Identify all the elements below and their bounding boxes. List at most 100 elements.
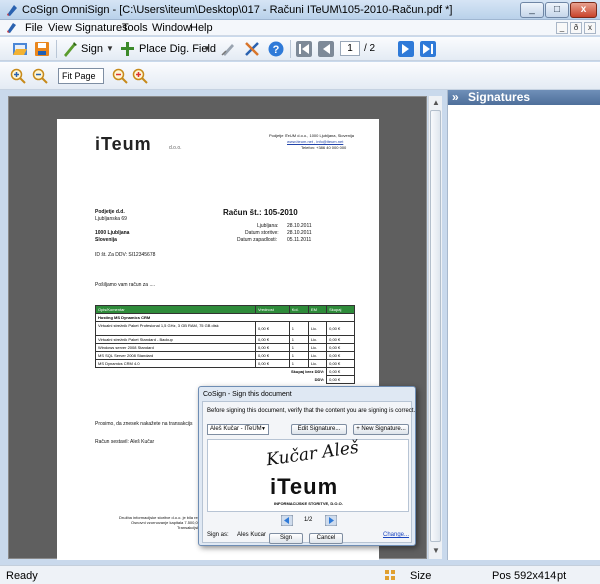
cell-value: 0,00 € (255, 343, 290, 352)
status-unit: pt (557, 570, 567, 582)
place-field-icon[interactable] (120, 41, 136, 57)
next-page-icon[interactable] (398, 41, 414, 57)
payment-note: Prosimo, da znesek nakažete na transakci… (95, 421, 193, 427)
column-header: Opis/Komentar (95, 305, 256, 314)
cell-unit: Lic. (307, 321, 328, 336)
sign-label[interactable]: Sign (81, 43, 103, 55)
menu-window[interactable]: Window (152, 22, 191, 34)
help-icon[interactable]: ? (268, 41, 284, 57)
edit-signature-button[interactable]: Edit Signature... (291, 424, 347, 435)
sign-pen-icon[interactable] (62, 41, 78, 57)
cell-value: 0,00 € (255, 351, 290, 360)
next-signature-icon[interactable] (325, 515, 337, 526)
zoom-plus-icon[interactable] (132, 68, 148, 84)
cell-total: 0,00 € (326, 343, 355, 352)
cell-unit: Lic. (307, 343, 328, 352)
cancel-button[interactable]: Cancel (309, 533, 343, 544)
status-text: Ready (6, 570, 38, 582)
scroll-down-icon[interactable]: ▼ (432, 546, 440, 555)
mdi-close-button[interactable]: x (584, 22, 596, 34)
menu-view[interactable]: View (48, 22, 72, 34)
status-bar: Ready Size Pos 592x414 pt (0, 565, 600, 584)
sign-dropdown-icon[interactable]: ▼ (106, 44, 114, 53)
menu-bar: File View Signatures Tools Window Help _… (0, 20, 600, 36)
menu-signatures[interactable]: Signatures (75, 22, 128, 34)
save-icon[interactable] (34, 41, 50, 57)
cell-unit: Lic. (307, 351, 328, 360)
first-page-icon[interactable] (296, 41, 312, 57)
signature-logo-subtitle: INFORMACIJSKE STORITVE, D.O.O. (274, 501, 343, 506)
company-logo-suffix: d.o.o. (169, 145, 182, 151)
table-header-row: Opis/Komentar Vrednost Kol. EM Skupaj (95, 305, 355, 314)
last-page-icon[interactable] (420, 41, 436, 57)
app-menu-icon[interactable] (6, 22, 18, 34)
vat-label: DDV: (314, 377, 325, 382)
menu-tools[interactable]: Tools (122, 22, 148, 34)
sign-dialog: CoSign - Sign this document Before signi… (198, 386, 416, 546)
cell-desc: MS Dynamics CRM 4.0 (95, 359, 256, 368)
cell-total: 0,00 € (326, 351, 355, 360)
table-row: MS Dynamics CRM 4.0 0,00 € 1 Lic. 0,00 € (95, 359, 355, 368)
change-link[interactable]: Change... (383, 532, 409, 538)
cell-value: 0,00 € (255, 359, 290, 368)
scroll-thumb[interactable] (430, 110, 441, 542)
column-header: Kol. (288, 305, 309, 314)
minimize-button[interactable]: _ (520, 2, 544, 18)
zoom-select[interactable]: Fit Page (58, 68, 104, 84)
due-date: 05.11.2011 (287, 237, 312, 243)
svg-text:?: ? (273, 44, 280, 56)
sign-button[interactable]: Sign (269, 533, 303, 544)
zoom-in-icon[interactable] (10, 68, 26, 84)
invoice-author: Račun sestavil: Aleš Kučar (95, 439, 155, 445)
service-date: 28.10.2011 (287, 230, 312, 236)
cell-total: 0,00 € (326, 359, 355, 368)
grid-icon (385, 570, 395, 580)
signatures-panel-header[interactable]: » Signatures (448, 90, 600, 105)
mdi-minimize-button[interactable]: _ (556, 22, 568, 34)
subtotal-value: 0,00 € (326, 367, 355, 376)
collapse-chevron-icon[interactable]: » (452, 90, 459, 104)
new-signature-button[interactable]: + New Signature... (353, 424, 409, 435)
tools-icon[interactable] (244, 41, 260, 57)
invoice-table: Opis/Komentar Vrednost Kol. EM Skupaj Ho… (95, 305, 355, 384)
window-title: CoSign OmniSign - [C:\Users\iteum\Deskto… (22, 4, 453, 16)
verify-icon[interactable] (220, 41, 236, 57)
vertical-scrollbar[interactable]: ▲ ▼ (428, 96, 442, 559)
vat-value: 0,00 € (326, 375, 355, 384)
column-header: Vrednost (255, 305, 290, 314)
previous-signature-icon[interactable] (281, 515, 293, 526)
cell-unit: Lic. (307, 359, 328, 368)
dialog-title: CoSign - Sign this document (203, 391, 292, 398)
signatures-panel: » Signatures (447, 90, 600, 560)
signature-pager: 1/2 (304, 517, 313, 523)
zoom-out-icon[interactable] (32, 68, 48, 84)
cell-unit: Lic. (307, 335, 328, 344)
signature-logo: iTeum (270, 474, 339, 499)
column-header: Skupaj (326, 305, 355, 314)
main-toolbar: Sign ▼ Place Dig. Field ▼ ? (0, 37, 600, 61)
footer-line-3: Transakcijski (177, 525, 200, 530)
status-size-label: Size (410, 570, 432, 582)
cell-desc: MS SQL Server 2008 Standard (95, 351, 256, 360)
page-number-input[interactable]: 1 (340, 41, 360, 56)
close-button[interactable]: x (570, 2, 597, 18)
menu-help[interactable]: Help (190, 22, 213, 34)
toolbar-separator (290, 40, 291, 58)
subtotal-label: Skupaj brez DDV: (291, 369, 325, 375)
scroll-up-icon[interactable]: ▲ (432, 98, 440, 107)
customer-name: Podjetje d.d. (95, 209, 125, 215)
cell-qty: 1 (288, 359, 309, 368)
mdi-restore-button[interactable]: ð (570, 22, 582, 34)
signer-select[interactable]: Aleš Kučar - ITeUM ▼ (207, 424, 269, 435)
place-field-dropdown-icon[interactable]: ▼ (203, 44, 211, 53)
column-header: EM (307, 305, 328, 314)
zoom-minus-icon[interactable] (112, 68, 128, 84)
previous-page-icon[interactable] (318, 41, 334, 57)
customer-vat: ID št. Za DDV: SI12345678 (95, 252, 156, 258)
open-folder-icon[interactable] (12, 41, 28, 57)
due-date-label: Datum zapadlosti: (237, 237, 278, 243)
maximize-button[interactable]: □ (545, 2, 569, 18)
signature-preview: Kučar Aleš iTeum INFORMACIJSKE STORITVE,… (207, 438, 409, 512)
menu-file[interactable]: File (25, 22, 43, 34)
cell-qty: 1 (288, 343, 309, 352)
